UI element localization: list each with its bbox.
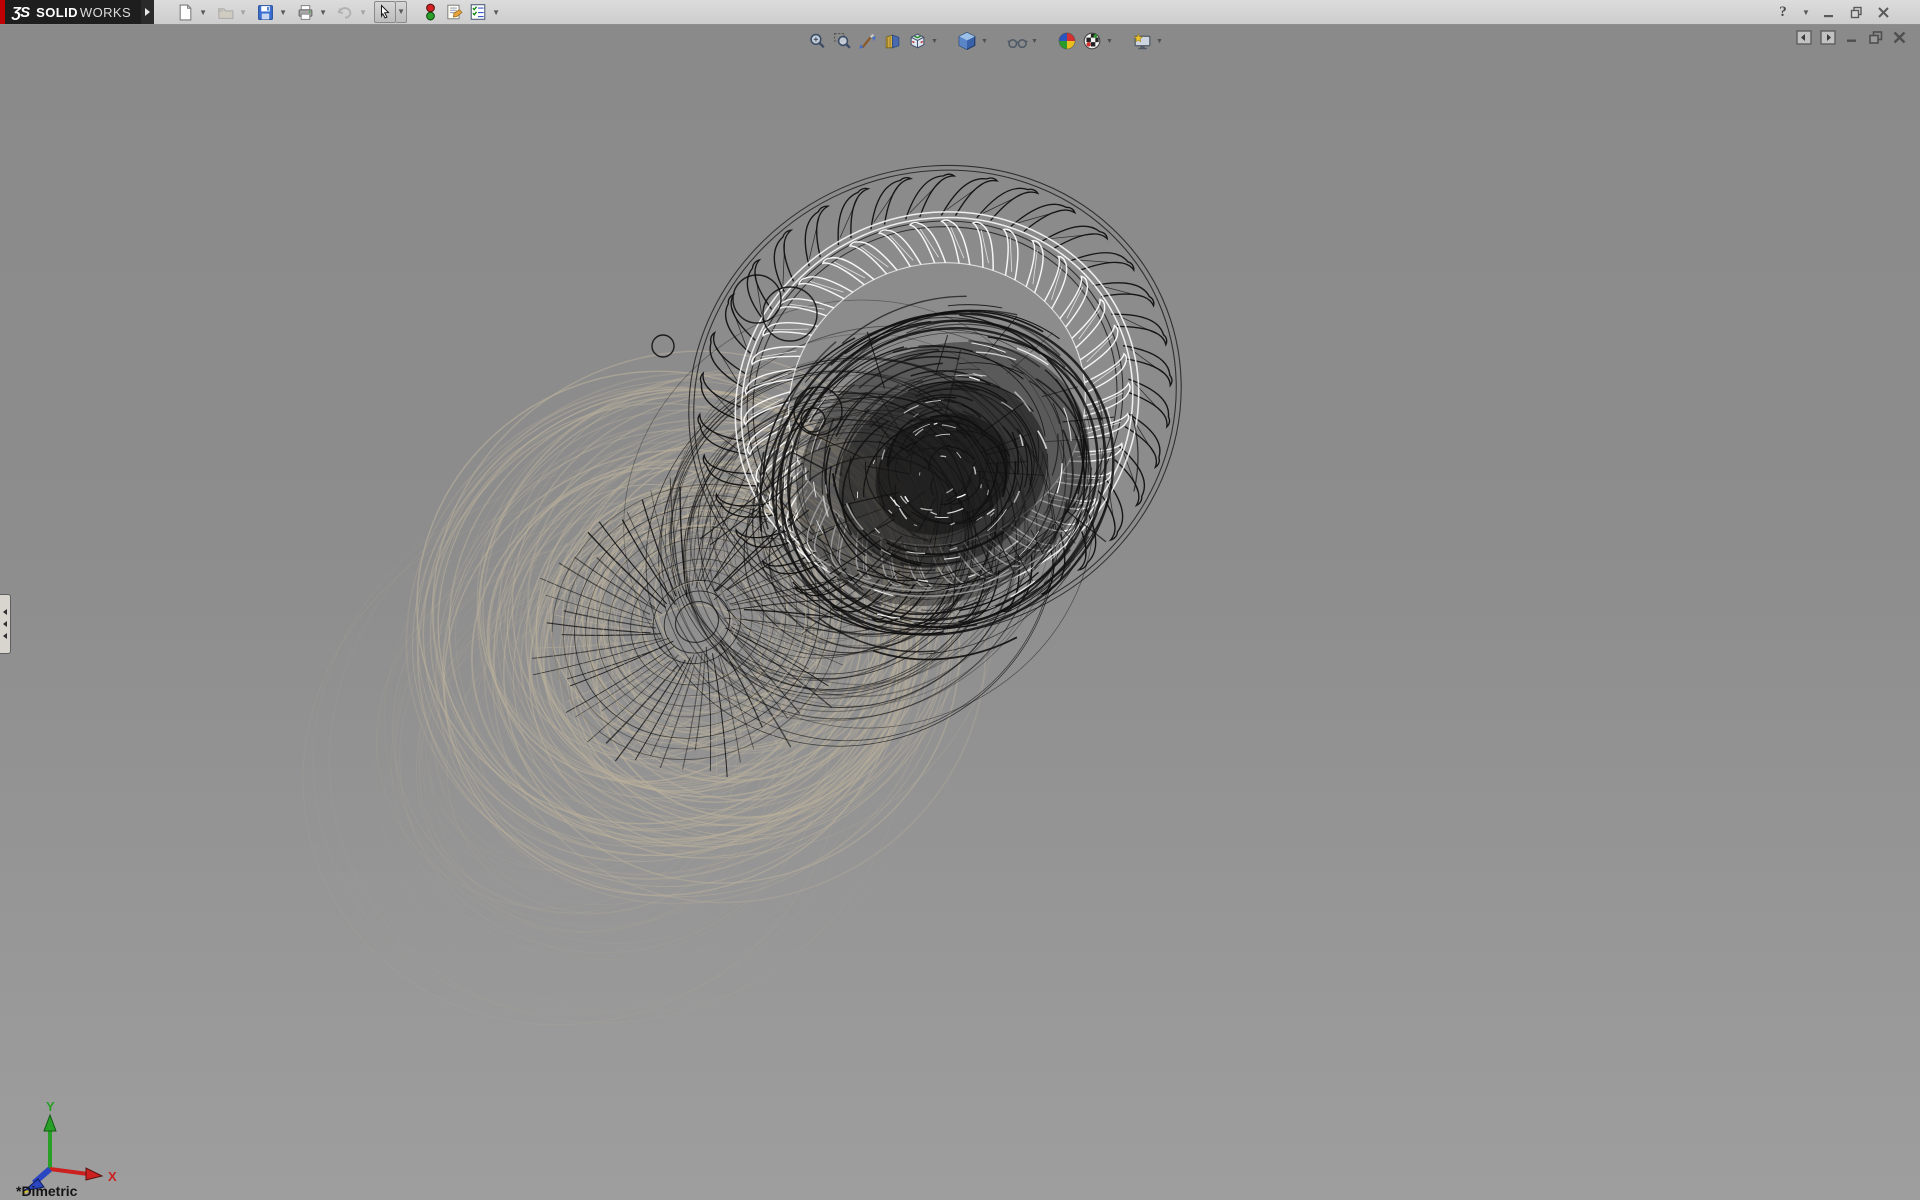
view-settings-icon [1132, 32, 1153, 51]
doc-minimize-icon[interactable] [1843, 29, 1860, 45]
minimize-icon[interactable] [1820, 3, 1838, 21]
apply-scene-caret[interactable]: ▼ [1106, 38, 1113, 45]
section-view-icon [883, 32, 902, 51]
new-dropdown-caret[interactable]: ▼ [198, 8, 208, 17]
apply-scene-button[interactable] [1081, 30, 1103, 52]
display-style-caret[interactable]: ▼ [981, 38, 988, 45]
edit-appearance-icon [1057, 31, 1077, 51]
view-settings-button[interactable] [1131, 30, 1153, 52]
viewport-canvas[interactable] [0, 25, 1920, 1200]
close-icon[interactable] [1874, 3, 1892, 21]
view-orientation-button[interactable] [906, 30, 928, 52]
doc-restore-icon[interactable] [1867, 29, 1884, 45]
display-style-icon [957, 31, 977, 51]
pane-next-icon[interactable] [1819, 29, 1836, 45]
view-orientation-caret[interactable]: ▼ [931, 38, 938, 45]
3ds-logo-mark: ƷS [12, 4, 29, 21]
previous-view-icon [858, 32, 877, 51]
file-properties-icon [445, 3, 463, 21]
restore-icon[interactable] [1847, 3, 1865, 21]
print-button[interactable] [294, 1, 316, 23]
hide-show-items-icon [1007, 32, 1028, 51]
hide-show-items-caret[interactable]: ▼ [1031, 38, 1038, 45]
reference-triad: Y X [16, 1097, 126, 1197]
print-icon [297, 4, 314, 21]
undo-icon [336, 3, 354, 21]
featuremanager-collapsed-tab[interactable] [0, 594, 11, 654]
undo-dropdown-caret[interactable]: ▼ [358, 8, 368, 17]
view-settings-caret[interactable]: ▼ [1156, 38, 1163, 45]
select-dropdown-caret[interactable]: ▼ [396, 1, 407, 23]
window-controls: ? ▼ [1774, 0, 1892, 24]
file-properties-button[interactable] [443, 1, 465, 23]
zoom-to-area-button[interactable] [831, 30, 853, 52]
menu-toolbar: ▼ ▼ ▼ [174, 1, 505, 23]
undo-button[interactable] [334, 1, 356, 23]
document-window-controls [1795, 29, 1908, 45]
save-icon [257, 4, 274, 21]
pane-previous-icon[interactable] [1795, 29, 1812, 45]
save-button[interactable] [254, 1, 276, 23]
doc-close-icon[interactable] [1891, 29, 1908, 45]
heads-up-toolbar: ▼ ▼ ▼ [806, 30, 1163, 52]
options-button[interactable] [467, 1, 489, 23]
view-orientation-icon [908, 32, 927, 51]
new-document-icon [177, 4, 194, 21]
title-bar: ƷS SOLID WORKS ▼ ▼ [0, 0, 1920, 25]
rebuild-traffic-light-icon [423, 3, 438, 21]
solidworks-logo[interactable]: ƷS SOLID WORKS [5, 0, 141, 24]
apply-scene-icon [1082, 31, 1102, 51]
solidworks-window: ƷS SOLID WORKS ▼ ▼ [0, 0, 1920, 1200]
zoom-to-fit-button[interactable] [806, 30, 828, 52]
rebuild-button[interactable] [419, 1, 441, 23]
new-document-button[interactable] [174, 1, 196, 23]
zoom-to-area-icon [833, 32, 852, 51]
save-dropdown-caret[interactable]: ▼ [278, 8, 288, 17]
previous-view-button[interactable] [856, 30, 878, 52]
display-style-button[interactable] [956, 30, 978, 52]
triad-x-label: X [108, 1169, 117, 1184]
brand-solid: SOLID [36, 5, 78, 20]
open-document-button[interactable] [214, 1, 236, 23]
options-checklist-icon [469, 3, 487, 21]
print-dropdown-caret[interactable]: ▼ [318, 8, 328, 17]
open-dropdown-caret[interactable]: ▼ [238, 8, 248, 17]
hide-show-items-button[interactable] [1006, 30, 1028, 52]
edit-appearance-button[interactable] [1056, 30, 1078, 52]
triad-y-label: Y [46, 1099, 55, 1114]
brand-works: WORKS [80, 5, 131, 20]
open-document-icon [217, 4, 234, 21]
help-icon[interactable]: ? [1774, 3, 1792, 21]
view-orientation-label: *Dimetric [16, 1183, 77, 1199]
section-view-button[interactable] [881, 30, 903, 52]
graphics-viewport[interactable]: ▼ ▼ ▼ [0, 25, 1920, 1200]
select-tool-button[interactable] [374, 1, 396, 23]
menu-expand-arrow-icon[interactable] [141, 0, 154, 24]
help-dropdown-caret[interactable]: ▼ [1801, 8, 1811, 17]
zoom-to-fit-icon [808, 32, 827, 51]
options-dropdown-caret[interactable]: ▼ [491, 8, 501, 17]
select-cursor-icon [377, 4, 393, 20]
